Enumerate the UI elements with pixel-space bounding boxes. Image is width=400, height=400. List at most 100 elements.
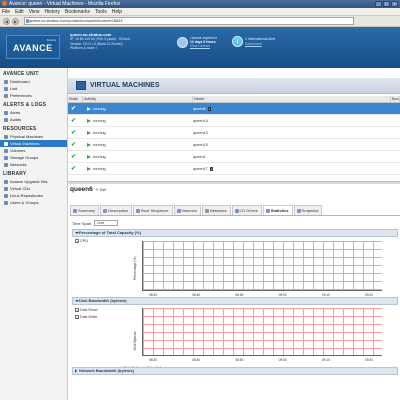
navigation-bar: ◀ ▶ queen.cs.stratus.com/portal/#console… — [0, 16, 400, 27]
forward-button[interactable]: ▶ — [12, 17, 19, 25]
x-tick-label: 09:00 — [278, 358, 287, 362]
column-state[interactable]: State — [68, 96, 83, 102]
checkbox-label: Disk Write — [80, 315, 98, 319]
vm-detail-title: queen6 ✎ Edit — [70, 186, 106, 193]
vm-row[interactable]: ✔ running queen6 2 — [68, 103, 400, 115]
vm-row[interactable]: ✔ running queen15 — [68, 139, 400, 151]
tab-volumes[interactable]: Volumes — [173, 205, 201, 215]
sidebar-section-resources: RESOURCES — [3, 126, 37, 132]
sidebar-item-audits[interactable]: Audits — [0, 116, 67, 123]
panel-splitter[interactable] — [68, 181, 400, 184]
vm-activity: running — [93, 166, 106, 171]
tab-snapshot[interactable]: Snapshot — [293, 205, 323, 215]
tab-boot-sequence[interactable]: Boot Sequence — [133, 205, 173, 215]
menu-edit[interactable]: Edit — [15, 8, 24, 15]
tab-description[interactable]: Description — [100, 205, 133, 215]
sidebar-item-virtual-cds[interactable]: Virtual CDs — [0, 185, 67, 192]
network-panel-header[interactable]: Network Bandwidth (bytes/s) — [72, 367, 398, 375]
disk-chart-plot — [142, 308, 382, 356]
state-check-icon: ✔ — [71, 154, 77, 160]
dashboard-icon — [4, 80, 8, 84]
sidebar-item-storage-groups[interactable]: Storage Groups — [0, 154, 67, 161]
host-info: queen.sn.stratus.com IP: 10.84.119.64 | … — [70, 32, 180, 51]
checkbox-label: Disk Read — [80, 308, 98, 312]
column-activity[interactable]: Activity — [83, 96, 193, 102]
minimize-button[interactable]: _ — [375, 1, 382, 7]
x-tick-label: 08:40 — [192, 358, 201, 362]
column-boot[interactable]: Boot — [391, 96, 400, 102]
window-controls: _ □ × — [375, 1, 398, 7]
sidebar-section-avance-unit: AVANCE UNIT — [3, 71, 39, 77]
tab-cd-drives[interactable]: CD Drives — [231, 205, 262, 215]
vm-activity: running — [93, 118, 106, 123]
vm-row[interactable]: ✔ running queen1 — [68, 151, 400, 163]
tab-summary[interactable]: Summary — [70, 205, 100, 215]
x-tick-label: 08:30 — [149, 358, 157, 362]
license-clock-icon — [177, 36, 188, 48]
tab-label: Statistics — [270, 207, 289, 213]
url-bar[interactable]: queen.cs.stratus.com/portal/#consoleMcom… — [24, 17, 354, 25]
sidebar-item-label: Volumes — [10, 148, 26, 153]
back-button[interactable]: ◀ — [3, 17, 10, 25]
sidebar-item-volumes[interactable]: Volumes — [0, 147, 67, 154]
linux-repositories-icon — [4, 194, 8, 198]
sidebar-item-upgrade-kits[interactable]: Avance Upgrade Kits — [0, 178, 67, 185]
vm-name: queen13 — [193, 130, 208, 135]
snapshot-icon — [296, 208, 301, 213]
sidebar-item-label: Linux Repositories — [10, 193, 43, 198]
running-icon — [87, 166, 91, 171]
sidebar-item-preferences[interactable]: Preferences — [0, 92, 67, 99]
site-identity-icon[interactable] — [26, 19, 29, 23]
maximize-button[interactable]: □ — [383, 1, 390, 7]
disk-panel-header[interactable]: Disk Bandwidth (bytes/s) — [72, 297, 398, 305]
vm-name: queen6 — [193, 106, 206, 111]
sidebar-item-physical-machines[interactable]: Physical Machines — [0, 133, 67, 140]
menu-help[interactable]: Help — [112, 8, 122, 15]
column-name[interactable]: Name — [193, 96, 391, 102]
virtual-cds-icon — [4, 187, 8, 191]
vm-row[interactable]: ✔ running queen17 2 — [68, 163, 400, 175]
menu-history[interactable]: History — [44, 8, 60, 15]
cpu-checkbox[interactable]: ✓ CPU — [75, 239, 88, 244]
storage-groups-icon — [4, 156, 8, 160]
sidebar-item-label: Users & Groups — [10, 200, 39, 205]
window-title: Avance: queen - Virtual Machines - Mozil… — [9, 1, 121, 7]
tab-statistics[interactable]: Statistics — [262, 205, 293, 215]
running-icon — [87, 118, 91, 123]
state-check-icon: ✔ — [71, 106, 77, 112]
dashboard-link[interactable]: Dashboard — [245, 42, 275, 46]
logo-text: AVANCE — [13, 43, 53, 53]
vm-row[interactable]: ✔ running queen13 — [68, 127, 400, 139]
sidebar-item-dashboard[interactable]: Dashboard — [0, 78, 67, 85]
view-license-link[interactable]: View License — [190, 44, 217, 48]
menu-bookmarks[interactable]: Bookmarks — [65, 8, 90, 15]
disk-write-checkbox[interactable]: ✓ Disk Write — [75, 315, 98, 320]
edit-link[interactable]: ✎ Edit — [96, 188, 106, 192]
close-button[interactable]: × — [391, 1, 398, 7]
sidebar-item-alerts[interactable]: Alerts — [0, 109, 67, 116]
sidebar-item-networks[interactable]: Networks — [0, 161, 67, 168]
vm-row[interactable]: ✔ running queen14 — [68, 115, 400, 127]
vm-panel-header: VIRTUAL MACHINES — [68, 78, 400, 94]
audits-icon — [4, 118, 8, 122]
sidebar-item-virtual-machines[interactable]: Virtual Machines — [0, 140, 67, 147]
volumes-icon — [4, 149, 8, 153]
menu-tools[interactable]: Tools — [95, 8, 107, 15]
detail-tabs: Summary Description Boot Sequence Volume… — [70, 205, 400, 216]
sidebar-item-unit[interactable]: Unit — [0, 85, 67, 92]
time-span-select[interactable]: Live — [94, 220, 119, 226]
menu-view[interactable]: View — [29, 8, 40, 15]
cpu-panel-header[interactable]: Percentage of Total Capacity (%) — [72, 229, 398, 237]
disk-read-checkbox[interactable]: ✓ Disk Read — [75, 308, 98, 313]
vm-name: queen1 — [193, 154, 206, 159]
tab-networks[interactable]: Networks — [201, 205, 231, 215]
sidebar-item-label: Avance Upgrade Kits — [10, 179, 48, 184]
sidebar-item-users-groups[interactable]: Users & Groups — [0, 199, 67, 206]
state-check-icon: ✔ — [71, 142, 77, 148]
users-groups-icon — [4, 201, 8, 205]
menu-file[interactable]: File — [2, 8, 10, 15]
sidebar-item-label: Virtual Machines — [10, 141, 40, 146]
sidebar-item-linux-repositories[interactable]: Linux Repositories — [0, 192, 67, 199]
edit-label: Edit — [99, 188, 106, 192]
x-tick-label: 09:10 — [321, 358, 330, 362]
